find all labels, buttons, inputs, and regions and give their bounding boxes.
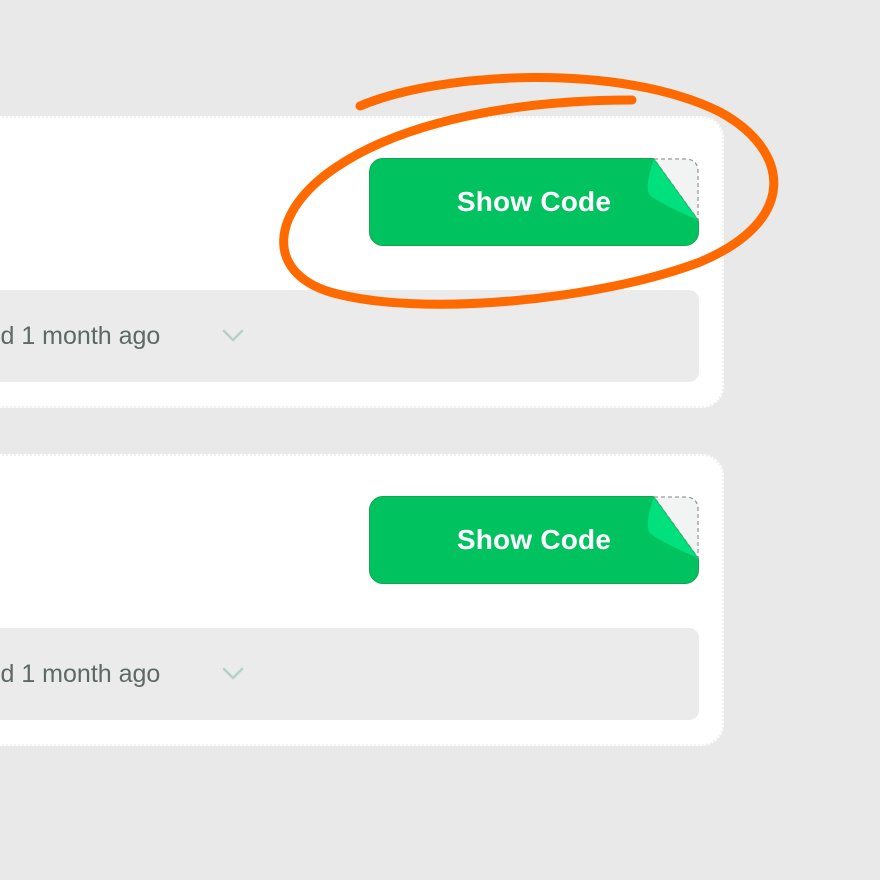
- verified-status: Verified 1 month ago: [0, 660, 161, 688]
- show-code-button[interactable]: Show Code: [369, 496, 699, 584]
- show-code-button[interactable]: Show Code: [369, 158, 699, 246]
- chevron-down-icon[interactable]: [221, 664, 245, 682]
- coupon-card: Show Code Verified 1 month ago: [0, 116, 724, 408]
- verification-bar: Verified 1 month ago: [0, 290, 699, 382]
- chevron-down-icon[interactable]: [221, 326, 245, 344]
- coupon-card: Show Code Verified 1 month ago: [0, 454, 724, 746]
- show-code-label: Show Code: [456, 186, 612, 217]
- verified-status: Verified 1 month ago: [0, 322, 161, 350]
- coupon-page: Show Code Verified 1 month ago Show Code: [0, 0, 880, 880]
- show-code-label: Show Code: [456, 524, 612, 555]
- verification-bar: Verified 1 month ago: [0, 628, 699, 720]
